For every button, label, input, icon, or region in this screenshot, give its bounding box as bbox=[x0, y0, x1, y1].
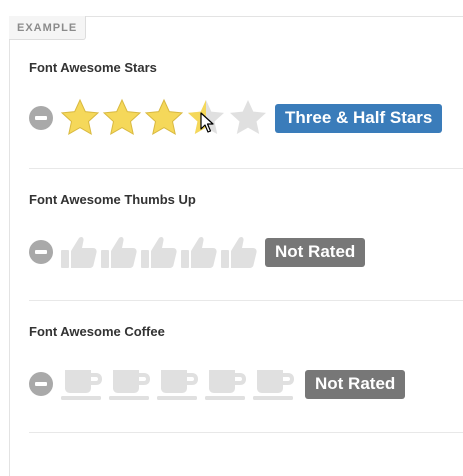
coffee-icon[interactable] bbox=[155, 366, 203, 402]
star-rating[interactable] bbox=[59, 97, 269, 139]
clear-rating-button[interactable] bbox=[29, 106, 53, 130]
clear-rating-button[interactable] bbox=[29, 372, 53, 396]
coffee-icon[interactable] bbox=[59, 366, 107, 402]
divider bbox=[29, 300, 463, 301]
coffee-icon[interactable] bbox=[251, 366, 299, 402]
section-title: Font Awesome Thumbs Up bbox=[29, 192, 196, 207]
rating-row: Not Rated bbox=[29, 366, 406, 402]
thumbs-up-icon[interactable] bbox=[59, 234, 99, 270]
star-icon[interactable] bbox=[143, 97, 185, 139]
section-title: Font Awesome Stars bbox=[29, 60, 157, 75]
divider bbox=[29, 168, 463, 169]
rating-section-stars: Font Awesome Stars Three & Half Stars bbox=[29, 60, 463, 135]
rating-section-thumbs-up: Font Awesome Thumbs Up Not Rated bbox=[29, 192, 463, 268]
coffee-icon[interactable] bbox=[203, 366, 251, 402]
star-icon[interactable] bbox=[101, 97, 143, 139]
thumbs-up-icon[interactable] bbox=[179, 234, 219, 270]
clear-rating-button[interactable] bbox=[29, 240, 53, 264]
example-tab-label: EXAMPLE bbox=[9, 16, 87, 40]
coffee-icon[interactable] bbox=[107, 366, 155, 402]
mouse-cursor-icon bbox=[200, 112, 214, 133]
rating-row: Three & Half Stars bbox=[29, 97, 443, 139]
divider bbox=[29, 432, 463, 433]
thumbs-up-icon[interactable] bbox=[139, 234, 179, 270]
thumbs-up-icon[interactable] bbox=[99, 234, 139, 270]
star-icon[interactable] bbox=[59, 97, 101, 139]
rating-section-coffee: Font Awesome Coffee Not Rated bbox=[29, 324, 463, 400]
rating-caption-badge: Three & Half Stars bbox=[275, 103, 443, 133]
section-title: Font Awesome Coffee bbox=[29, 324, 165, 339]
rating-caption-badge: Not Rated bbox=[265, 237, 366, 267]
star-icon[interactable] bbox=[227, 97, 269, 139]
coffee-rating[interactable] bbox=[59, 366, 299, 402]
rating-row: Not Rated bbox=[29, 234, 366, 270]
thumbs-up-rating[interactable] bbox=[59, 234, 259, 270]
thumbs-up-icon[interactable] bbox=[219, 234, 259, 270]
rating-caption-badge: Not Rated bbox=[305, 369, 406, 399]
